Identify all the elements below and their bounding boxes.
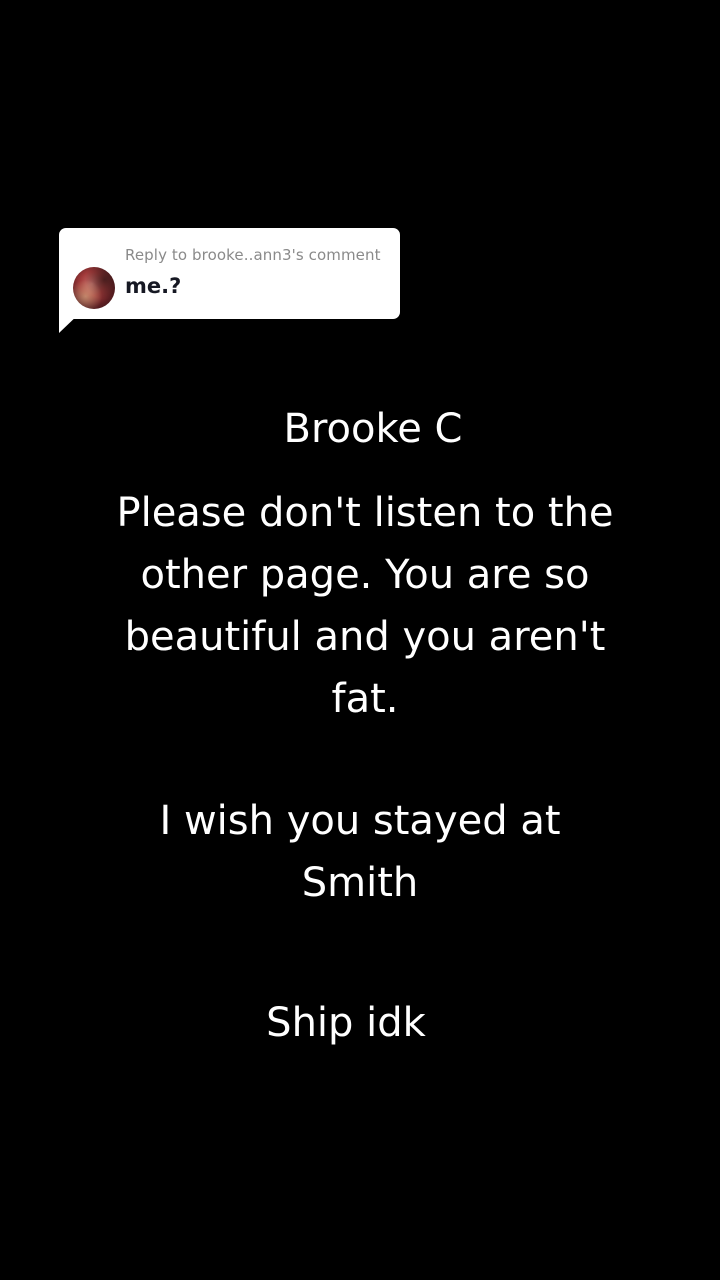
commenter-avatar-icon[interactable] [73, 267, 115, 309]
caption-name: Brooke C [283, 406, 463, 452]
caption-ship: Ship idk [266, 1000, 426, 1046]
video-frame: Reply to brooke..ann3's comment me.? Bro… [0, 0, 720, 1280]
caption-wish: I wish you stayed at Smith [0, 790, 720, 914]
caption-message-line: fat. [331, 676, 399, 722]
caption-wish-line: Smith [301, 860, 419, 906]
reply-to-comment-sticker[interactable]: Reply to brooke..ann3's comment me.? [59, 228, 400, 319]
caption-message: Please don't listen to the other page. Y… [0, 482, 720, 730]
caption-wish-line: I wish you stayed at [159, 798, 561, 844]
caption-message-line: other page. You are so [140, 552, 590, 598]
reply-header-text: Reply to brooke..ann3's comment [125, 246, 381, 264]
caption-message-line: Please don't listen to the [116, 490, 614, 536]
caption-message-line: beautiful and you aren't [124, 614, 606, 660]
reply-comment-text: me.? [125, 274, 182, 298]
